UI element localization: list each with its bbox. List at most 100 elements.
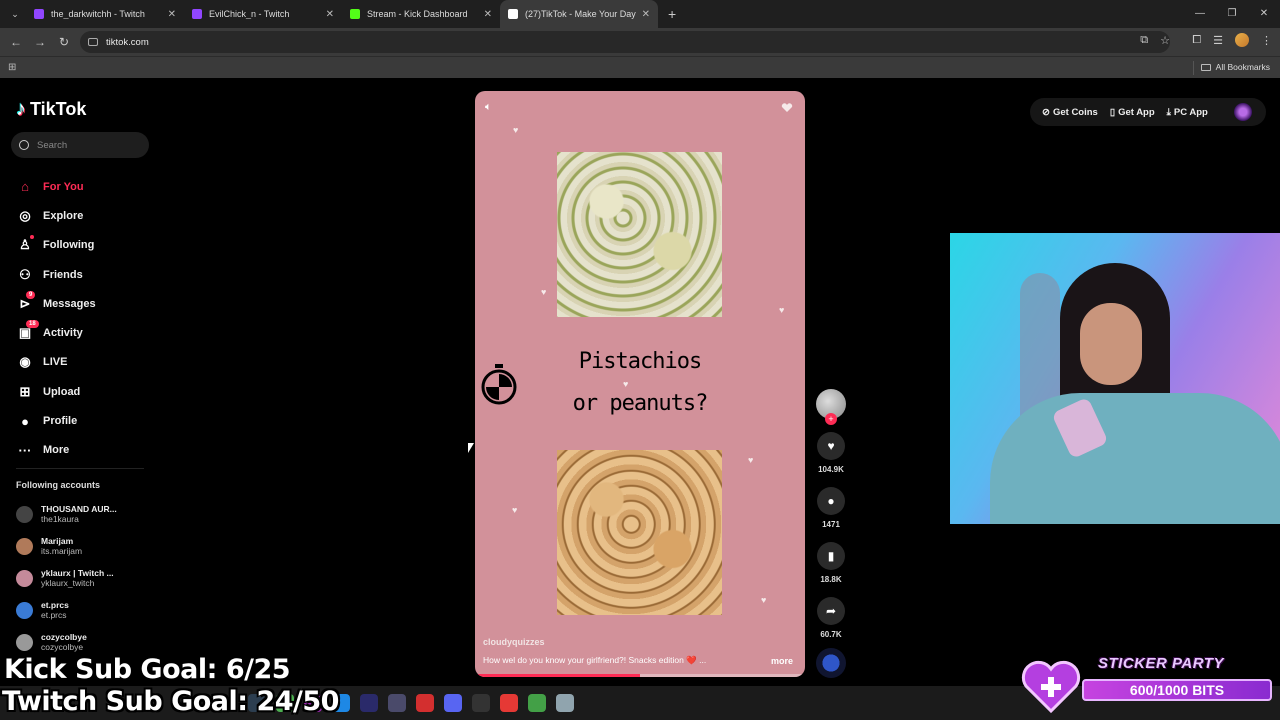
following-account-item[interactable]: et.prcs et.prcs xyxy=(16,594,117,626)
more-button[interactable]: more xyxy=(771,656,793,666)
address-bar[interactable]: tiktok.com xyxy=(80,31,1170,53)
bookmark-icon[interactable]: ▮ xyxy=(817,542,845,570)
url-text: tiktok.com xyxy=(106,36,149,48)
sidebar-item-live[interactable]: ◉ LIVE xyxy=(16,348,96,377)
browser-tab[interactable]: EvilChick_n - Twitch ✕ xyxy=(184,0,342,28)
save-action: ▮ 18.8K xyxy=(815,542,847,584)
mouse-cursor xyxy=(468,443,474,453)
get-app-button[interactable]: ▯ Get App xyxy=(1110,107,1155,118)
sidebar-item-more[interactable]: ··· More xyxy=(16,436,96,465)
bookmarks-bar: ⊞ All Bookmarks xyxy=(0,56,1280,78)
back-button[interactable]: ← xyxy=(4,35,28,49)
pc-app-button[interactable]: ⤓ PC App xyxy=(1167,107,1208,118)
share-icon[interactable]: ➦ xyxy=(817,597,845,625)
heart-icon: ♥ xyxy=(541,287,547,297)
account-handle: its.marijam xyxy=(41,546,83,556)
video-author[interactable]: cloudyquizzes xyxy=(483,637,545,647)
account-avatar xyxy=(16,633,33,651)
volume-icon[interactable]: 🔈︎ xyxy=(485,101,492,114)
video-progress-bar[interactable] xyxy=(475,674,805,677)
tab-favicon-icon xyxy=(34,9,44,19)
taskbar-app-icon[interactable] xyxy=(556,694,574,712)
following-account-item[interactable]: yklaurx | Twitch ... yklaurx_twitch xyxy=(16,562,117,594)
taskbar-app-icon[interactable] xyxy=(360,694,378,712)
tab-search-button[interactable]: ⌄ xyxy=(4,3,26,25)
sidebar-item-profile[interactable]: ● Profile xyxy=(16,406,96,435)
top-actions: ⊘ Get Coins ▯ Get App ⤓ PC App xyxy=(1030,98,1266,126)
install-app-icon[interactable]: ⧉ xyxy=(1140,34,1148,47)
window-controls: — ❐ ✕ xyxy=(1184,0,1280,28)
browser-tab-strip: ⌄ the_darkwitchh - Twitch ✕ EvilChick_n - … xyxy=(0,0,1280,28)
heart-icon: ♥ xyxy=(761,595,767,605)
tab-close-icon[interactable]: ✕ xyxy=(484,9,492,20)
browser-tab[interactable]: the_darkwitchh - Twitch ✕ xyxy=(26,0,184,28)
discord-icon[interactable] xyxy=(444,694,462,712)
sidebar-item-following[interactable]: ♙ Following xyxy=(16,231,96,260)
forward-button[interactable]: → xyxy=(28,35,52,49)
music-disc-icon[interactable] xyxy=(816,648,846,678)
menu-icon[interactable]: ⋮ xyxy=(1261,34,1272,47)
creator-avatar[interactable]: + xyxy=(816,389,846,425)
peanuts-image xyxy=(557,450,722,615)
profile-avatar[interactable] xyxy=(1235,33,1249,47)
tab-favicon-icon xyxy=(192,9,202,19)
sidebar-item-label: Explore xyxy=(43,209,84,222)
xbox-icon[interactable] xyxy=(528,694,546,712)
heart-icon: ♥ xyxy=(748,455,754,465)
close-window-button[interactable]: ✕ xyxy=(1248,0,1280,28)
browser-tab[interactable]: (27)TikTok - Make Your Day ✕ xyxy=(500,0,658,28)
extensions-icon[interactable]: ⧠ xyxy=(1192,34,1201,47)
search-input[interactable]: Search xyxy=(11,132,149,158)
taskbar-app-icon[interactable] xyxy=(388,694,406,712)
get-coins-button[interactable]: ⊘ Get Coins xyxy=(1042,107,1098,118)
sidebar-item-label: Friends xyxy=(43,268,83,281)
minimize-button[interactable]: — xyxy=(1184,0,1216,28)
tiktok-note-icon: ♪ xyxy=(16,98,26,120)
account-name: et.prcs xyxy=(41,600,69,610)
following-account-item[interactable]: THOUSAND AUR... the1kaura xyxy=(16,498,117,530)
sidebar-item-friends[interactable]: ⚇ Friends xyxy=(16,260,96,289)
like-count: 104.9K xyxy=(818,465,844,474)
heart-outline-icon[interactable] xyxy=(781,103,793,113)
taskbar-app-icon[interactable] xyxy=(472,694,490,712)
following-account-item[interactable]: Marijam its.marijam xyxy=(16,530,117,562)
folder-icon xyxy=(1200,63,1211,71)
video-action-rail: + ♥ 104.9K ● 1471 ▮ 18.8K ➦ 60.7K xyxy=(815,389,847,639)
apps-grid-icon[interactable]: ⊞ xyxy=(8,62,16,73)
stopwatch-icon xyxy=(481,364,517,405)
sidebar-item-for-you[interactable]: ⌂ For You xyxy=(16,172,96,201)
webcam-overlay xyxy=(950,233,1280,524)
following-accounts-list: THOUSAND AUR... the1kaura Marijam its.marij… xyxy=(16,498,117,658)
friends-icon: ⚇ xyxy=(19,266,31,282)
tab-close-icon[interactable]: ✕ xyxy=(168,9,176,20)
restore-button[interactable]: ❐ xyxy=(1216,0,1248,28)
heart-icon[interactable]: ♥ xyxy=(817,432,845,460)
user-avatar[interactable] xyxy=(1234,103,1252,121)
account-name: THOUSAND AUR... xyxy=(41,504,117,514)
account-name: yklaurx | Twitch ... xyxy=(41,568,114,578)
account-handle: the1kaura xyxy=(41,514,79,524)
new-tab-button[interactable]: + xyxy=(668,6,676,22)
comment-icon[interactable]: ● xyxy=(817,487,845,515)
reading-list-icon[interactable]: ☰ xyxy=(1213,34,1223,47)
reload-button[interactable]: ↻ xyxy=(52,35,76,49)
tab-close-icon[interactable]: ✕ xyxy=(642,9,650,20)
following-accounts-heading: Following accounts xyxy=(16,480,101,490)
sidebar-item-upload[interactable]: ⊞ Upload xyxy=(16,377,96,406)
bookmark-star-icon[interactable]: ☆ xyxy=(1160,34,1170,47)
tiktok-logo[interactable]: ♪ TikTok xyxy=(16,98,86,121)
follow-plus-icon[interactable]: + xyxy=(825,413,837,425)
sidebar-item-messages[interactable]: ⊳ 9 Messages xyxy=(16,289,96,318)
site-info-icon[interactable] xyxy=(88,38,98,46)
tab-close-icon[interactable]: ✕ xyxy=(326,9,334,20)
browser-tab[interactable]: Stream - Kick Dashboard ✕ xyxy=(342,0,500,28)
taskbar-app-icon[interactable] xyxy=(416,694,434,712)
compass-icon: ◎ xyxy=(19,207,31,223)
all-bookmarks-button[interactable]: All Bookmarks xyxy=(1200,62,1270,72)
video-title-line2: or peanuts? xyxy=(572,391,709,416)
taskbar-app-icon[interactable] xyxy=(500,694,518,712)
sidebar-item-explore[interactable]: ◎ Explore xyxy=(16,201,96,230)
video-player[interactable]: 🔈︎ Pistachios or peanuts? ♥ ♥ ♥ ♥ ♥ ♥ ♥ … xyxy=(475,91,805,677)
coin-icon: ⊘ xyxy=(1042,106,1050,118)
sidebar-item-activity[interactable]: ▣ 18 Activity xyxy=(16,318,96,347)
